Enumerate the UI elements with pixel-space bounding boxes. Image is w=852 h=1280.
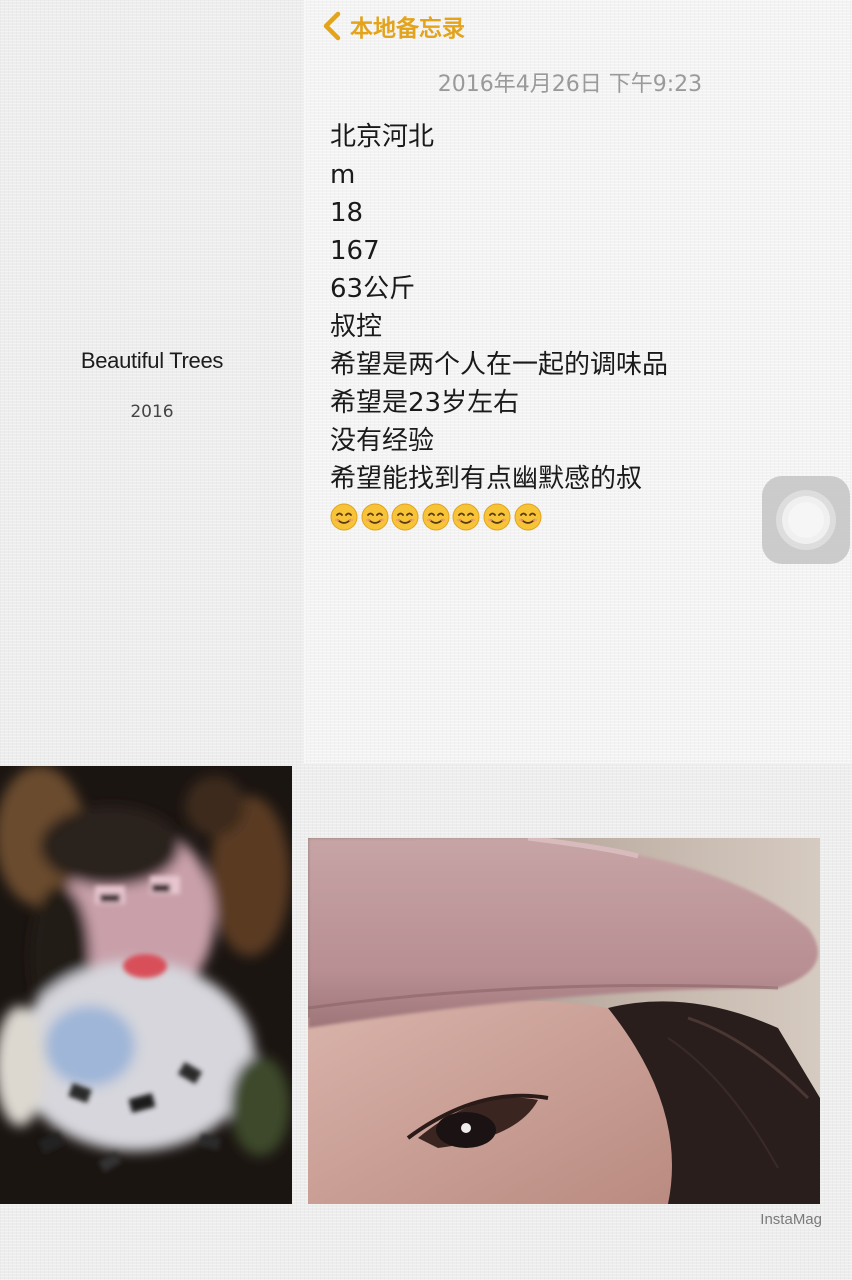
album-year: 2016 [130,402,174,422]
smiling-face-icon [452,503,480,531]
collage-photo-left [0,766,292,1204]
note-line: 希望能找到有点幽默感的叔 [330,464,643,494]
note-line: 167 [330,236,380,266]
emoji-row [330,498,750,536]
smiling-face-icon [422,503,450,531]
note-line: 没有经验 [330,426,435,456]
smiling-face-icon [514,503,542,531]
chevron-left-icon [323,11,341,41]
smiling-face-icon [330,503,358,531]
note-line: 希望是23岁左右 [330,388,520,418]
album-cover-panel [0,0,304,764]
assistive-touch-button[interactable] [762,476,850,564]
note-line: 叔控 [330,312,383,342]
note-line: 希望是两个人在一起的调味品 [330,350,669,380]
note-timestamp: 2016年4月26日 下午9:23 [437,72,703,97]
note-line: 北京河北 [330,122,435,152]
note-content[interactable]: 北京河北 m 18 167 63公斤 叔控 希望是两个人在一起的调味品 希望是2… [330,118,750,536]
collage-photo-right [308,838,820,1204]
back-button[interactable]: 本地备忘录 [318,8,465,44]
smiling-face-icon [361,503,389,531]
instamag-watermark: InstaMag [760,1211,822,1228]
smiling-face-icon [483,503,511,531]
back-button-label: 本地备忘录 [350,16,465,42]
assistive-touch-center [788,502,824,538]
note-line: m [330,160,356,190]
album-title: Beautiful Trees [80,348,224,373]
note-line: 18 [330,198,364,228]
smiling-face-icon [391,503,419,531]
note-line: 63公斤 [330,274,416,304]
